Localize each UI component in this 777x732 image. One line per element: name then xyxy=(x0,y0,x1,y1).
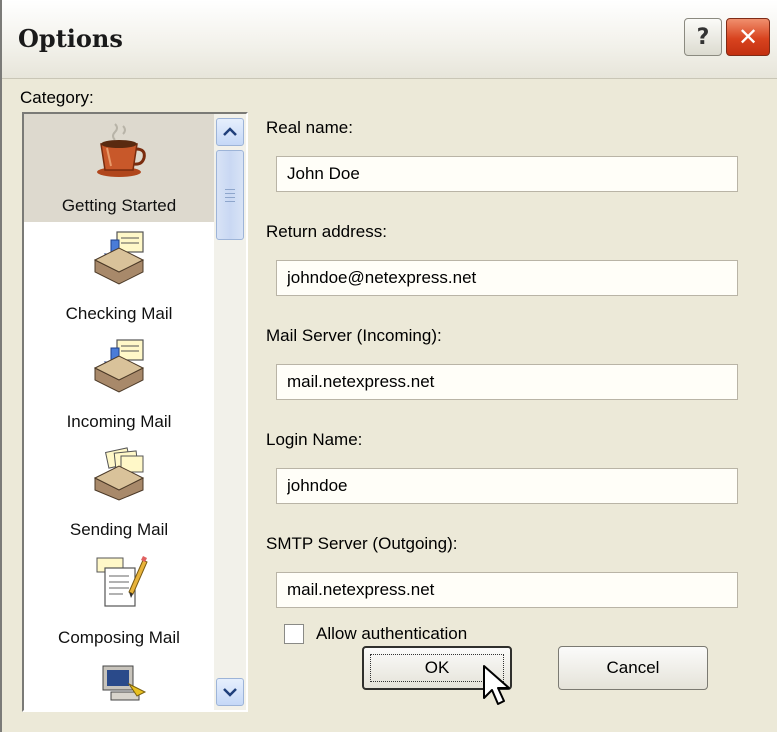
cancel-button-label: Cancel xyxy=(606,658,660,677)
category-item-sending-mail[interactable]: Sending Mail xyxy=(24,438,214,546)
cancel-button[interactable]: Cancel xyxy=(558,646,708,690)
dialog-title: Options xyxy=(18,24,123,53)
category-item-checking-mail[interactable]: Checking Mail xyxy=(24,222,214,330)
real-name-input[interactable] xyxy=(276,156,738,192)
mail-server-input[interactable] xyxy=(276,364,738,400)
category-item-label: Sending Mail xyxy=(69,520,169,539)
compose-document-icon xyxy=(96,556,148,607)
allow-authentication-row[interactable]: Allow authentication xyxy=(284,622,467,646)
category-item-getting-started[interactable]: Getting Started xyxy=(24,114,214,222)
mail-outbox-icon xyxy=(93,447,145,501)
close-button[interactable]: ✕ xyxy=(726,18,770,56)
category-list[interactable]: Getting Started Checking Mail Incoming M… xyxy=(22,112,248,712)
coffee-cup-icon xyxy=(97,123,146,177)
allow-authentication-checkbox[interactable] xyxy=(284,624,304,644)
allow-authentication-label: Allow authentication xyxy=(316,624,468,643)
login-name-label: Login Name: xyxy=(266,430,363,449)
scroll-up-button[interactable] xyxy=(216,118,244,146)
category-item-label: Checking Mail xyxy=(65,304,173,323)
category-item-incoming-mail[interactable]: Incoming Mail xyxy=(24,330,214,438)
chevron-up-icon xyxy=(223,127,237,136)
category-item-label: Incoming Mail xyxy=(66,412,172,431)
real-name-label: Real name: xyxy=(266,118,353,137)
scroll-thumb[interactable] xyxy=(216,150,244,240)
scroll-down-button[interactable] xyxy=(216,678,244,706)
return-address-input[interactable] xyxy=(276,260,738,296)
title-bar[interactable]: Options ? ✕ xyxy=(2,0,777,79)
mouse-cursor-icon xyxy=(483,665,510,705)
category-scrollbar[interactable] xyxy=(214,114,246,710)
help-button[interactable]: ? xyxy=(684,18,722,56)
smtp-server-input[interactable] xyxy=(276,572,738,608)
smtp-server-label: SMTP Server (Outgoing): xyxy=(266,534,458,553)
login-name-input[interactable] xyxy=(276,468,738,504)
mail-server-label: Mail Server (Incoming): xyxy=(266,326,442,345)
help-icon: ? xyxy=(696,24,710,50)
close-icon: ✕ xyxy=(737,23,759,51)
computer-icon xyxy=(102,665,147,701)
category-item-partial[interactable] xyxy=(24,654,214,710)
chevron-down-icon xyxy=(223,688,237,697)
options-dialog: Options ? ✕ Category: Getting Started Ch… xyxy=(0,0,777,732)
category-label: Category: xyxy=(20,88,94,107)
mail-inbox-icon xyxy=(93,339,145,393)
category-item-label: Getting Started xyxy=(61,196,177,215)
return-address-label: Return address: xyxy=(266,222,387,241)
category-item-label: Composing Mail xyxy=(58,628,180,647)
mail-inbox-icon xyxy=(93,231,145,285)
category-item-composing-mail[interactable]: Composing Mail xyxy=(24,546,214,654)
